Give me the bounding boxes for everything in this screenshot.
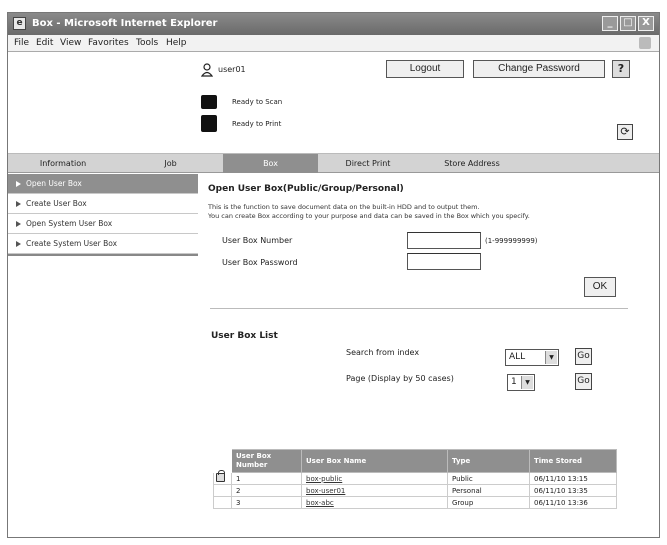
column-header-type: Type [447, 449, 530, 473]
sidebar: Open User Box Create User Box Open Syste… [8, 174, 198, 256]
change-password-button[interactable]: Change Password [473, 60, 605, 78]
main-panel: Open User Box(Public/Group/Personal) Thi… [198, 174, 659, 537]
box-name-link[interactable]: box-public [306, 475, 342, 483]
box-number-cell: 1 [231, 472, 302, 485]
arrow-right-icon [16, 181, 21, 187]
menu-view[interactable]: View [60, 38, 81, 48]
browser-window: e Box - Microsoft Internet Explorer _ □ … [7, 12, 660, 538]
logout-button[interactable]: Logout [386, 60, 464, 78]
box-number-cell: 2 [231, 484, 302, 497]
sidebar-divider [8, 254, 198, 256]
table-row: 1 box-public Public 06/11/10 13:15 [213, 470, 617, 485]
arrow-right-icon [16, 241, 21, 247]
box-list-table: User Box Number User Box Name Type Time … [213, 449, 617, 509]
divider [210, 308, 628, 309]
window-title: Box - Microsoft Internet Explorer [32, 18, 218, 29]
minimize-button[interactable]: _ [602, 16, 618, 31]
description-line-1: This is the function to save document da… [208, 203, 480, 211]
table-header-row: User Box Number User Box Name Type Time … [213, 449, 617, 473]
box-time-cell: 06/11/10 13:36 [529, 496, 617, 509]
lock-cell [213, 470, 232, 485]
scanner-icon [201, 95, 217, 109]
column-header-time: Time Stored [529, 449, 617, 473]
arrow-right-icon [16, 221, 21, 227]
page-go-button[interactable]: Go [575, 373, 592, 390]
description-line-2: You can create Box according to your pur… [208, 212, 530, 220]
tab-direct-print[interactable]: Direct Print [318, 154, 418, 173]
sidebar-item-create-user-box[interactable]: Create User Box [8, 194, 198, 214]
search-index-select[interactable]: ALL ▼ [505, 349, 559, 366]
chevron-down-icon: ▼ [521, 376, 533, 389]
help-icon[interactable]: ? [612, 60, 630, 78]
box-time-cell: 06/11/10 13:15 [529, 472, 617, 485]
page-content: user01 Logout Change Password ? Ready to… [8, 53, 659, 537]
menu-favorites[interactable]: Favorites [88, 38, 129, 48]
search-index-value: ALL [509, 352, 526, 362]
box-name-link[interactable]: box-user01 [306, 487, 345, 495]
windows-logo-icon [639, 37, 651, 49]
lock-icon [216, 470, 225, 482]
table-row: 3 box-abc Group 06/11/10 13:36 [213, 496, 617, 509]
menu-bar: File Edit View Favorites Tools Help [8, 35, 659, 52]
sidebar-item-create-system-user-box[interactable]: Create System User Box [8, 234, 198, 254]
box-type-cell: Personal [447, 484, 530, 497]
page-title: Open User Box(Public/Group/Personal) [208, 184, 404, 194]
printer-icon [201, 115, 217, 132]
page-value: 1 [511, 377, 517, 387]
tab-box[interactable]: Box [223, 154, 318, 173]
ie-icon: e [13, 17, 26, 30]
close-button[interactable]: X [638, 16, 654, 31]
box-number-hint: (1-999999999) [485, 237, 538, 245]
box-number-label: User Box Number [222, 236, 293, 245]
lock-cell [213, 496, 232, 509]
menu-help[interactable]: Help [166, 38, 187, 48]
box-type-cell: Public [447, 472, 530, 485]
box-name-cell: box-user01 [301, 484, 448, 497]
arrow-right-icon [16, 201, 21, 207]
sidebar-item-open-system-user-box[interactable]: Open System User Box [8, 214, 198, 234]
scan-status: Ready to Scan [232, 98, 283, 106]
page-select[interactable]: 1 ▼ [507, 374, 535, 391]
box-password-input[interactable] [407, 253, 481, 270]
search-go-button[interactable]: Go [575, 348, 592, 365]
box-number-input[interactable] [407, 232, 481, 249]
box-list-title: User Box List [211, 331, 278, 341]
column-header-number: User Box Number [231, 449, 302, 473]
box-number-cell: 3 [231, 496, 302, 509]
box-name-link[interactable]: box-abc [306, 499, 334, 507]
page-label: Page (Display by 50 cases) [346, 374, 454, 383]
box-name-cell: box-public [301, 472, 448, 485]
tab-job[interactable]: Job [118, 154, 223, 173]
column-header-name: User Box Name [301, 449, 448, 473]
box-name-cell: box-abc [301, 496, 448, 509]
box-type-cell: Group [447, 496, 530, 509]
tab-bar: Information Job Box Direct Print Store A… [8, 153, 659, 173]
tab-store-address[interactable]: Store Address [418, 154, 526, 173]
box-time-cell: 06/11/10 13:35 [529, 484, 617, 497]
title-bar: e Box - Microsoft Internet Explorer _ □ … [8, 13, 659, 35]
ok-button[interactable]: OK [584, 277, 616, 297]
menu-tools[interactable]: Tools [136, 38, 158, 48]
chevron-down-icon: ▼ [545, 351, 557, 364]
sidebar-item-open-user-box[interactable]: Open User Box [8, 174, 198, 194]
user-icon [201, 63, 213, 77]
box-password-label: User Box Password [222, 258, 298, 267]
lock-cell [213, 484, 232, 497]
search-index-label: Search from index [346, 348, 420, 357]
maximize-button[interactable]: □ [620, 16, 636, 31]
table-row: 2 box-user01 Personal 06/11/10 13:35 [213, 484, 617, 497]
menu-edit[interactable]: Edit [36, 38, 53, 48]
refresh-icon[interactable]: ⟳ [617, 124, 633, 140]
menu-file[interactable]: File [14, 38, 29, 48]
tab-information[interactable]: Information [8, 154, 118, 173]
print-status: Ready to Print [232, 120, 282, 128]
user-name: user01 [218, 65, 246, 74]
